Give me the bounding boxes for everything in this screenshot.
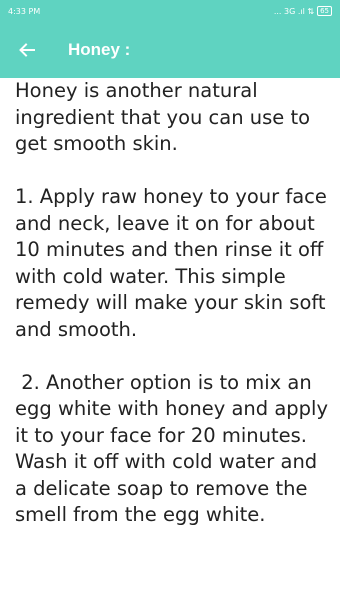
battery-icon: 65 — [317, 6, 332, 16]
step-2-paragraph: 2. Another option is to mix an egg white… — [15, 370, 335, 527]
status-time: 4:33 PM — [8, 6, 41, 16]
app-bar: Honey : — [0, 22, 340, 78]
arrow-left-icon — [19, 43, 35, 57]
article-content: Honey is another natural ingredient that… — [15, 78, 329, 529]
status-indicators: ... 3G .ıl ⇅ 65 — [274, 6, 332, 16]
intro-paragraph: Honey is another natural ingredient that… — [15, 79, 317, 155]
step-1-paragraph: 1. Apply raw honey to your face and neck… — [15, 185, 334, 341]
status-bar: 4:33 PM ... 3G .ıl ⇅ 65 — [0, 0, 340, 22]
signal-wifi-indicators: ... 3G .ıl ⇅ — [273, 6, 315, 16]
page-title: Honey : — [68, 40, 131, 59]
back-button[interactable] — [14, 37, 40, 63]
